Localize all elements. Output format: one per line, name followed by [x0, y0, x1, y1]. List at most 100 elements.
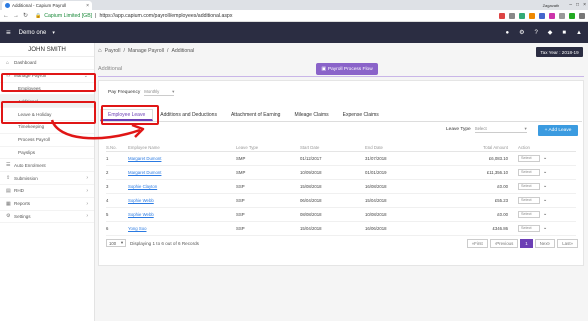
browser-user[interactable]: Zagavath	[543, 3, 560, 8]
chevron-down-icon: ▾	[120, 240, 123, 245]
action-select[interactable]: Select	[518, 196, 540, 204]
action-select[interactable]: Select	[518, 168, 540, 176]
cell-employee-name[interactable]: Sophie Clayton	[128, 179, 236, 194]
current-page-button[interactable]: 1	[520, 238, 533, 248]
next-page-button[interactable]: Next ›	[534, 238, 556, 248]
col-total-amount[interactable]: Total Amount	[430, 144, 518, 152]
cell-sno: 6	[106, 221, 128, 236]
extension-icon[interactable]	[519, 12, 525, 19]
hamburger-icon[interactable]: ≡	[6, 28, 11, 37]
extension-icon[interactable]	[539, 12, 545, 19]
extension-icon[interactable]	[559, 12, 565, 19]
settings-icon[interactable]: ⚙	[519, 29, 524, 36]
chevron-down-icon[interactable]: ⌄	[543, 211, 547, 217]
browser-tab[interactable]: Additional - Capium Payroll ×	[2, 1, 92, 10]
action-group: Select ⌄	[518, 196, 576, 204]
sidebar-item-payslips[interactable]: Payslips	[0, 147, 94, 160]
chevron-down-icon[interactable]: ⌄	[543, 169, 547, 175]
maximize-icon[interactable]: □	[576, 2, 579, 8]
col-sno[interactable]: S.No.	[106, 144, 128, 152]
dashboard-icon: ⌂	[6, 59, 10, 66]
url-text: https://app.capium.com/payroll/employees…	[99, 12, 233, 19]
page-size-select[interactable]: 100 ▾	[106, 239, 126, 247]
cell-leave-type: SSP	[236, 193, 300, 208]
extension-icon[interactable]	[569, 12, 575, 19]
next-label: ›	[548, 240, 551, 246]
cell-total-amount: £11,356.10	[430, 165, 518, 180]
chevron-down-icon[interactable]: ⌄	[543, 183, 547, 189]
menu-icon[interactable]	[579, 12, 585, 19]
company-name[interactable]: Demo one	[19, 30, 47, 36]
notification-icon[interactable]: ■	[562, 30, 566, 36]
action-select[interactable]: Select	[518, 224, 540, 232]
cell-action: Select ⌄	[518, 165, 576, 180]
tax-year-badge[interactable]: Tax Year : 2018-19	[536, 47, 583, 57]
action-select[interactable]: Select	[518, 154, 540, 162]
reload-icon[interactable]: ↻	[23, 12, 28, 19]
breadcrumb-manage-payroll[interactable]: Manage Payroll	[128, 48, 164, 54]
chevron-down-icon[interactable]: ⌄	[543, 155, 547, 161]
user-icon[interactable]: ▲	[576, 30, 582, 36]
cell-employee-name[interactable]: Margaret Dumont	[128, 165, 236, 180]
cell-end-date: 16/06/2018	[365, 221, 430, 236]
col-end-date[interactable]: End Date	[365, 144, 430, 152]
payroll-flow-label: Payroll Process Flow	[327, 66, 373, 72]
col-leave-type[interactable]: Leave Type	[236, 144, 300, 152]
tab-expense-claims[interactable]: Expense Claims	[336, 109, 386, 121]
rhd-icon: ▤	[6, 187, 11, 194]
cell-end-date: 10/08/2018	[365, 207, 430, 222]
sidebar-item-rhd[interactable]: ▤ RHD ›	[0, 185, 94, 198]
payroll-process-flow-button[interactable]: ▣ Payroll Process Flow	[316, 63, 378, 75]
sidebar-user-name: JOHN SMITH	[0, 43, 94, 57]
chevron-down-icon[interactable]: ⌄	[543, 197, 547, 203]
apps-icon[interactable]: ●	[505, 30, 509, 36]
cell-employee-name[interactable]: Yong Soo	[128, 221, 236, 236]
sidebar-item-auto-enrolment[interactable]: ☰ Auto Enrolment	[0, 159, 94, 173]
chevron-down-icon[interactable]: ⌄	[543, 225, 547, 231]
url-field[interactable]: 🔒 Capium Limited [GB] | https://app.capi…	[35, 13, 232, 19]
extension-icon[interactable]	[549, 12, 555, 19]
col-start-date[interactable]: Start Date	[300, 144, 365, 152]
close-window-icon[interactable]: ×	[583, 2, 586, 8]
sidebar-item-reports[interactable]: ▦ Reports ›	[0, 198, 94, 211]
help-icon[interactable]: ?	[534, 30, 537, 36]
sidebar-item-settings[interactable]: ⚙ Settings ›	[0, 211, 94, 224]
add-leave-button[interactable]: + Add Leave	[538, 125, 578, 136]
tab-attachment-of-earning[interactable]: Attachment of Earning	[224, 109, 287, 121]
pay-frequency-select[interactable]: Monthly ▾	[144, 89, 175, 96]
previous-page-button[interactable]: ‹ Previous	[489, 238, 519, 248]
action-select[interactable]: Select	[518, 210, 540, 218]
last-page-button[interactable]: Last »	[557, 238, 578, 248]
leave-type-select[interactable]: Select ▾	[474, 126, 527, 133]
first-page-button[interactable]: « First	[466, 238, 488, 248]
tab-mileage-claims[interactable]: Mileage Claims	[287, 109, 335, 121]
cell-employee-name[interactable]: Sophie Webb	[128, 193, 236, 208]
sidebar-item-dashboard[interactable]: ⌂ Dashboard	[0, 57, 94, 70]
pin-icon[interactable]: ◆	[548, 29, 553, 36]
chevron-down-icon[interactable]: ▾	[52, 30, 55, 36]
col-employee-name[interactable]: Employee Name	[128, 144, 236, 152]
cell-employee-name[interactable]: Margaret Dumont	[128, 151, 236, 166]
breadcrumb-sep: /	[166, 48, 169, 54]
sidebar-item-submission[interactable]: ⇪ Submission ›	[0, 172, 94, 185]
breadcrumb-payroll[interactable]: Payroll	[105, 48, 121, 54]
tab-additions-deductions[interactable]: Additions and Deductions	[153, 109, 224, 121]
cell-action: Select ⌄	[518, 221, 576, 236]
cell-employee-name[interactable]: Sophie Webb	[128, 207, 236, 222]
action-select[interactable]: Select	[518, 182, 540, 190]
home-icon[interactable]: ⌂	[98, 48, 102, 54]
forward-icon[interactable]: →	[13, 13, 19, 19]
extension-icon[interactable]	[529, 12, 535, 19]
chevron-down-icon: ▾	[172, 89, 175, 94]
minimize-icon[interactable]: –	[569, 2, 572, 8]
extension-icon[interactable]	[509, 12, 515, 19]
chevron-down-icon: ▾	[524, 126, 527, 131]
cell-total-amount: £55.23	[430, 193, 518, 208]
close-tab-icon[interactable]: ×	[86, 3, 89, 9]
extension-icon[interactable]	[499, 12, 505, 19]
cell-action: Select ⌄	[518, 151, 576, 166]
back-icon[interactable]: ←	[3, 13, 9, 19]
flow-icon: ▣	[321, 66, 326, 72]
page-size-value: 100	[109, 240, 117, 246]
table-row: 2 Margaret Dumont SMP 10/09/2018 01/01/2019 £…	[106, 165, 576, 180]
